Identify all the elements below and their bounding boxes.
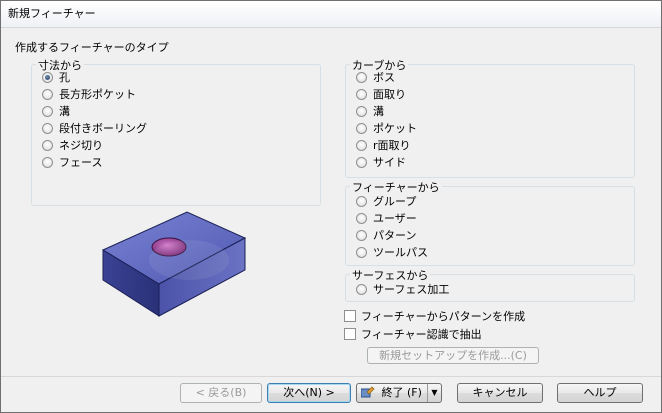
- radio-toolpath[interactable]: ツールパス: [356, 244, 428, 260]
- radio-group[interactable]: グループ: [356, 193, 416, 209]
- radio-button[interactable]: [356, 122, 367, 134]
- radio-button[interactable]: [42, 105, 53, 117]
- radio-button[interactable]: [42, 88, 53, 100]
- new-feature-dialog: 新規フィーチャー 作成するフィーチャーのタイプ 寸法から 孔 長方形ポケット 溝…: [0, 0, 662, 413]
- radio-label: グループ: [373, 195, 417, 208]
- radio-button[interactable]: [356, 283, 367, 295]
- radio-slot[interactable]: 溝: [42, 103, 70, 119]
- radio-button[interactable]: [42, 122, 53, 134]
- radio-button[interactable]: [356, 229, 367, 241]
- help-button[interactable]: ヘルプ: [557, 383, 643, 403]
- checkbox-feature-recognition[interactable]: フィーチャー認識で抽出: [344, 326, 482, 342]
- cancel-button[interactable]: キャンセル: [457, 383, 543, 403]
- radio-label: パターン: [373, 229, 417, 242]
- radio-label: 溝: [373, 105, 384, 118]
- radio-button[interactable]: [356, 139, 367, 151]
- radio-label: ポケット: [373, 122, 417, 135]
- new-setup-button[interactable]: 新規セットアップを作成...(C): [367, 347, 539, 364]
- group-from-curve: カーブから ボス 面取り 溝 ポケット r面取り サイド: [345, 57, 635, 178]
- radio-counterbore[interactable]: 段付きボーリング: [42, 120, 147, 136]
- radio-button[interactable]: [356, 212, 367, 224]
- radio-label: 長方形ポケット: [59, 88, 136, 101]
- radio-side[interactable]: サイド: [356, 154, 406, 170]
- radio-curve-slot[interactable]: 溝: [356, 103, 384, 119]
- radio-label: サーフェス加工: [373, 283, 450, 296]
- radio-pocket[interactable]: ポケット: [356, 120, 417, 136]
- finish-split-button[interactable]: 終了 (F) ▼: [356, 383, 442, 403]
- radio-rect-pocket[interactable]: 長方形ポケット: [42, 86, 136, 102]
- radio-label: フェース: [59, 156, 103, 169]
- radio-button[interactable]: [356, 195, 367, 207]
- group-from-surface: サーフェスから サーフェス加工: [345, 267, 635, 302]
- feature-preview-image: [101, 211, 247, 317]
- radio-button[interactable]: [42, 156, 53, 168]
- radio-label: 面取り: [373, 88, 406, 101]
- radio-pattern[interactable]: パターン: [356, 227, 416, 243]
- dialog-content: 作成するフィーチャーのタイプ 寸法から 孔 長方形ポケット 溝 段付きボーリング…: [1, 28, 661, 412]
- checkbox[interactable]: [344, 328, 356, 340]
- radio-label: サイド: [373, 156, 406, 169]
- radio-button[interactable]: [356, 105, 367, 117]
- radio-button[interactable]: [356, 246, 367, 258]
- group-from-dimension: 寸法から 孔 長方形ポケット 溝 段付きボーリング ネジ切り フェース: [31, 57, 321, 206]
- finish-label: 終了 (F): [381, 386, 422, 399]
- radio-label: ツールパス: [373, 246, 428, 259]
- radio-label: 段付きボーリング: [59, 122, 147, 135]
- group-from-feature: フィーチャーから グループ ユーザー パターン ツールパス: [345, 179, 635, 266]
- radio-hole[interactable]: 孔: [42, 69, 70, 85]
- checkbox-label: フィーチャーからパターンを作成: [361, 310, 526, 323]
- radio-button[interactable]: [356, 71, 367, 83]
- radio-button[interactable]: [356, 88, 367, 100]
- radio-face[interactable]: フェース: [42, 154, 102, 170]
- finish-icon: [360, 386, 375, 398]
- feature-type-heading: 作成するフィーチャーのタイプ: [15, 41, 169, 54]
- checkbox[interactable]: [344, 310, 356, 322]
- radio-fillet[interactable]: r面取り: [356, 137, 411, 153]
- radio-label: r面取り: [373, 139, 411, 152]
- radio-boss[interactable]: ボス: [356, 69, 395, 85]
- title-bar: 新規フィーチャー: [1, 1, 661, 28]
- radio-button[interactable]: [356, 156, 367, 168]
- window-title: 新規フィーチャー: [8, 7, 96, 20]
- checkbox-label: フィーチャー認識で抽出: [361, 328, 482, 341]
- radio-label: 孔: [59, 71, 70, 84]
- radio-label: 溝: [59, 105, 70, 118]
- radio-user[interactable]: ユーザー: [356, 210, 417, 226]
- chevron-down-icon[interactable]: ▼: [427, 384, 441, 402]
- footer-separator: [1, 376, 661, 377]
- radio-label: ネジ切り: [59, 139, 103, 152]
- radio-button[interactable]: [42, 139, 53, 151]
- checkbox-create-pattern[interactable]: フィーチャーからパターンを作成: [344, 308, 525, 324]
- next-button[interactable]: 次へ(N) >: [267, 383, 351, 403]
- radio-button-checked[interactable]: [42, 71, 53, 83]
- back-button[interactable]: < 戻る(B): [180, 383, 262, 403]
- radio-chamfer[interactable]: 面取り: [356, 86, 406, 102]
- radio-label: ボス: [373, 71, 395, 84]
- radio-label: ユーザー: [373, 212, 417, 225]
- radio-thread[interactable]: ネジ切り: [42, 137, 103, 153]
- radio-surface-machining[interactable]: サーフェス加工: [356, 281, 449, 297]
